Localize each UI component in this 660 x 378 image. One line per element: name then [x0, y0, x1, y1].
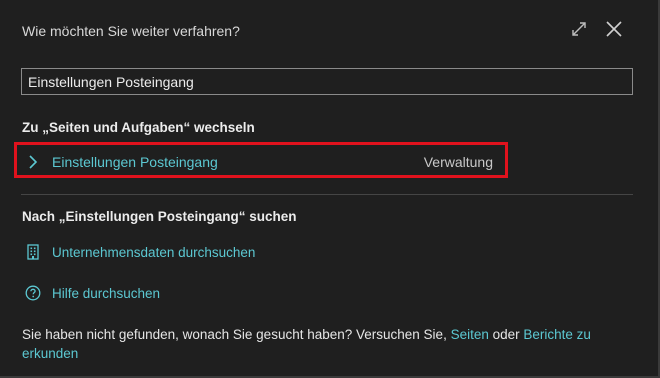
section-divider	[21, 194, 633, 195]
pages-link[interactable]: Seiten	[451, 327, 489, 342]
expand-icon	[570, 20, 588, 43]
close-icon	[604, 19, 624, 44]
search-company-data-link[interactable]: Unternehmensdaten durchsuchen	[25, 242, 255, 262]
chevron-right-icon	[27, 154, 39, 175]
search-help-label: Hilfe durchsuchen	[52, 285, 161, 301]
result-item-einstellungen-posteingang[interactable]: Einstellungen Posteingang Verwaltung	[14, 142, 508, 178]
search-help-link[interactable]: Hilfe durchsuchen	[25, 283, 160, 303]
building-icon	[25, 244, 41, 260]
footer-text-before: Sie haben nicht gefunden, wonach Sie ges…	[22, 327, 451, 342]
footer-text-middle: oder	[488, 327, 524, 342]
help-circle-icon	[25, 285, 41, 301]
tell-me-dialog: Wie möchten Sie weiter verfahren? Zu „Se…	[0, 0, 660, 378]
search-input[interactable]	[21, 68, 633, 95]
close-button[interactable]	[602, 19, 626, 43]
footer-hint: Sie haben nicht gefunden, wonach Sie ges…	[22, 325, 632, 363]
dialog-title: Wie möchten Sie weiter verfahren?	[22, 23, 240, 39]
search-section-heading: Nach „Einstellungen Posteingang“ suchen	[22, 209, 297, 224]
result-category: Verwaltung	[423, 154, 493, 170]
result-label: Einstellungen Posteingang	[52, 154, 218, 170]
pages-section-heading: Zu „Seiten und Aufgaben“ wechseln	[22, 120, 255, 135]
expand-button[interactable]	[567, 19, 591, 43]
search-company-data-label: Unternehmensdaten durchsuchen	[52, 244, 256, 260]
